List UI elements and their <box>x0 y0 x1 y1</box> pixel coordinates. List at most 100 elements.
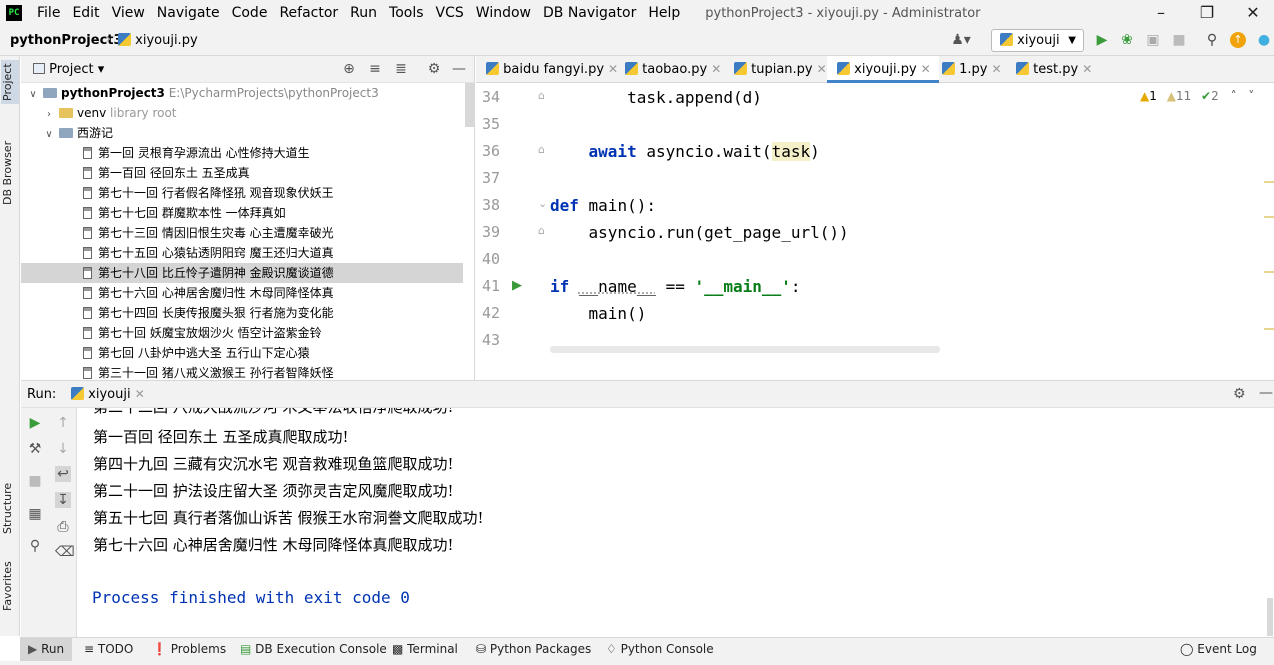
breadcrumb-file[interactable]: xiyouji.py <box>118 33 198 48</box>
tree-file-row[interactable]: 第七十七回 群魔欺本性 一体拜真如 <box>21 203 463 223</box>
tool-python-packages[interactable]: ⛁ Python Packages <box>476 642 591 656</box>
scroll-to-end-icon[interactable]: ↧ <box>55 492 71 508</box>
tab-xiyouji[interactable]: xiyouji.py ✕ <box>827 56 939 83</box>
tree-file-row[interactable]: 第七十六回 心神居舍魔归性 木母同降怪体真 <box>21 283 463 303</box>
favorites-tool-tab[interactable]: Favorites <box>1 556 19 616</box>
structure-tool-tab[interactable]: Structure <box>1 476 19 540</box>
tree-folder-row[interactable]: ∨ 西游记 <box>21 123 463 143</box>
tree-file-row[interactable]: 第七十五回 心猿钻透阴阳窍 魔王还归大道真 <box>21 243 463 263</box>
hide-panel-icon[interactable]: — <box>451 61 467 77</box>
error-stripe-marker[interactable] <box>1264 181 1274 183</box>
close-icon[interactable]: ✕ <box>817 62 827 76</box>
rerun-icon[interactable]: ▶ <box>27 415 43 431</box>
stop-icon[interactable]: ■ <box>27 473 43 489</box>
stop-icon[interactable]: ■ <box>1171 32 1187 48</box>
tree-file-row[interactable]: 第七十三回 情因旧恨生灾毒 心主遭魔幸破光 <box>21 223 463 243</box>
tab-baidu-fangyi[interactable]: baidu fangyi.py ✕ <box>476 56 618 83</box>
menu-view[interactable]: View <box>107 5 150 21</box>
fold-marker-icon[interactable]: ⌂ <box>538 89 545 102</box>
project-tool-tab[interactable]: Project <box>1 60 19 104</box>
menu-window[interactable]: Window <box>471 5 536 21</box>
code-line[interactable]: def main(): <box>550 192 656 219</box>
expand-all-icon[interactable]: ≡ <box>367 61 383 77</box>
project-panel-title[interactable]: Project ▾ <box>33 62 104 77</box>
run-console[interactable]: 第二十二回 八戒大战流沙河 木叉奉法收悟净爬取成功! 第一百回 径回东土 五圣成… <box>77 408 1274 637</box>
tree-file-row[interactable]: 第三十一回 猪八戒义激猴王 孙行者智降妖怪 <box>21 363 463 380</box>
update-icon[interactable]: ↑ <box>1230 32 1246 48</box>
tree-file-row[interactable]: 第七十一回 行者假名降怪犼 观音现象伏妖王 <box>21 183 463 203</box>
tree-file-row-selected[interactable]: 第七十八回 比丘怜子遣阴神 金殿识魔谈道德 <box>21 263 463 283</box>
error-stripe-marker[interactable] <box>1264 216 1274 218</box>
gear-icon[interactable]: ⚙ <box>1233 386 1246 402</box>
tree-root-row[interactable]: ∨ pythonProject3 E:\PycharmProjects\pytho… <box>21 83 463 103</box>
code-line[interactable]: main() <box>550 300 647 327</box>
coverage-icon[interactable]: ▣ <box>1145 32 1161 48</box>
tab-test[interactable]: test.py ✕ <box>1006 56 1092 83</box>
menu-vcs[interactable]: VCS <box>431 5 469 21</box>
tab-tupian[interactable]: tupian.py ✕ <box>724 56 827 83</box>
project-scrollbar[interactable] <box>465 83 474 127</box>
close-icon[interactable]: ✕ <box>1082 62 1092 76</box>
tool-todo[interactable]: ≡ TODO <box>84 642 133 656</box>
close-window-icon[interactable]: ✕ <box>1230 0 1274 26</box>
menu-db-navigator[interactable]: DB Navigator <box>538 5 641 21</box>
menu-tools[interactable]: Tools <box>384 5 429 21</box>
tree-file-row[interactable]: 第一百回 径回东土 五圣成真 <box>21 163 463 183</box>
tab-taobao[interactable]: taobao.py ✕ <box>615 56 721 83</box>
fold-marker-icon[interactable]: ⌄ <box>538 197 547 210</box>
tool-problems[interactable]: ❗ Problems <box>152 642 226 656</box>
fold-marker-icon[interactable]: ⌂ <box>538 224 545 237</box>
run-gutter-icon[interactable]: ▶ <box>512 278 522 293</box>
layout-icon[interactable]: ▦ <box>27 506 43 522</box>
wrench-icon[interactable]: ⚒ <box>27 441 43 457</box>
error-stripe-marker[interactable] <box>1264 328 1274 330</box>
menu-edit[interactable]: Edit <box>67 5 104 21</box>
locate-icon[interactable]: ⊕ <box>341 61 357 77</box>
restore-icon[interactable]: ❐ <box>1184 0 1230 26</box>
tree-venv-row[interactable]: › venv library root <box>21 103 463 123</box>
console-scrollbar[interactable] <box>1267 598 1273 636</box>
run-tab-xiyouji[interactable]: xiyouji ✕ <box>71 387 145 402</box>
menu-refactor[interactable]: Refactor <box>274 5 343 21</box>
arrow-down-icon[interactable]: ↓ <box>55 441 71 457</box>
hide-panel-icon[interactable]: — <box>1259 385 1273 401</box>
menu-navigate[interactable]: Navigate <box>152 5 225 21</box>
trash-icon[interactable]: ⌫ <box>55 544 75 560</box>
arrow-up-icon[interactable]: ↑ <box>55 415 71 431</box>
close-icon[interactable]: ✕ <box>992 62 1002 76</box>
tab-1[interactable]: 1.py ✕ <box>932 56 1002 83</box>
close-icon[interactable]: ✕ <box>711 62 721 76</box>
run-configuration-select[interactable]: xiyouji ▼ <box>991 29 1084 52</box>
debug-icon[interactable]: ❀ <box>1119 32 1135 48</box>
menu-code[interactable]: Code <box>227 5 273 21</box>
code-line[interactable]: asyncio.run(get_page_url()) <box>550 219 849 246</box>
tool-terminal[interactable]: ▩ Terminal <box>392 642 458 656</box>
minimize-icon[interactable]: – <box>1138 0 1184 26</box>
tool-db-execution-console[interactable]: ▤ DB Execution Console <box>240 642 387 656</box>
print-icon[interactable]: ⎙ <box>55 519 71 535</box>
menu-run[interactable]: Run <box>345 5 382 21</box>
tool-python-console[interactable]: ♢ Python Console <box>606 642 714 656</box>
tree-file-row[interactable]: 第七十回 妖魔宝放烟沙火 悟空计盗紫金铃 <box>21 323 463 343</box>
menu-file[interactable]: File <box>32 5 65 21</box>
collapse-all-icon[interactable]: ≣ <box>393 61 409 77</box>
fold-marker-icon[interactable]: ⌂ <box>538 143 545 156</box>
editor-horizontal-scrollbar[interactable] <box>550 346 940 353</box>
user-icon[interactable]: ♟▾ <box>948 32 974 48</box>
tool-run[interactable]: ▶ Run <box>20 638 73 661</box>
code-line[interactable]: await asyncio.wait(task) <box>550 138 820 165</box>
chevron-down-icon[interactable]: ˅ <box>1248 89 1254 103</box>
error-stripe-marker[interactable] <box>1264 271 1274 273</box>
plugin-icon[interactable]: ● <box>1256 32 1272 48</box>
gear-icon[interactable]: ⚙ <box>426 61 442 77</box>
db-browser-tool-tab[interactable]: DB Browser <box>1 138 19 208</box>
search-icon[interactable]: ⚲ <box>1204 32 1220 48</box>
tree-file-row[interactable]: 第七十四回 长庚传报魔头狠 行者施为变化能 <box>21 303 463 323</box>
soft-wrap-icon[interactable]: ↩ <box>55 466 71 482</box>
inspection-widget[interactable]: ▲1 ▲11 ✔2 ˄ ˅ <box>1140 89 1254 103</box>
run-icon[interactable]: ▶ <box>1094 32 1110 48</box>
chevron-up-icon[interactable]: ˄ <box>1231 89 1237 103</box>
menu-help[interactable]: Help <box>643 5 685 21</box>
close-icon[interactable]: ✕ <box>135 387 145 401</box>
tree-file-row[interactable]: 第七回 八卦炉中逃大圣 五行山下定心猿 <box>21 343 463 363</box>
